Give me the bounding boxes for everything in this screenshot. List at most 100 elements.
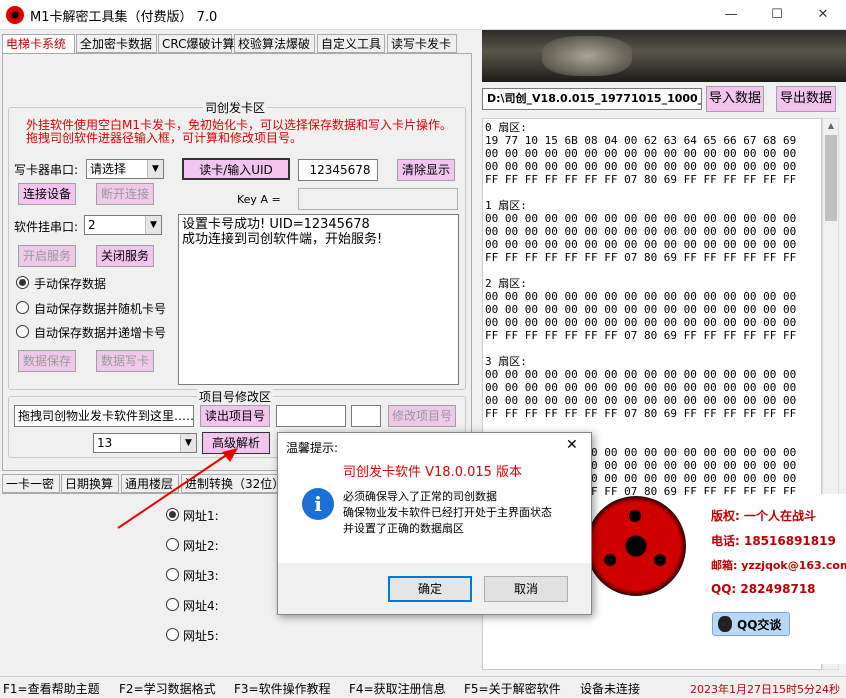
write-card-button[interactable]: 数据写卡 <box>96 350 154 372</box>
radio-address-3[interactable] <box>166 568 179 581</box>
tab-custom-tools[interactable]: 自定义工具 <box>317 34 385 53</box>
chevron-down-icon: ▼ <box>147 160 163 178</box>
status-device: 设备未连接 <box>580 682 641 696</box>
read-project-button[interactable]: 读出项目号 <box>200 405 270 427</box>
notice-line-2: 拖拽司创软件进器径输入框，可计算和修改项目号。 <box>26 131 303 145</box>
radio-address-5[interactable] <box>166 628 179 641</box>
status-time: 2023年1月27日15时5分24秒 <box>690 683 840 696</box>
warning-dialog: 温馨提示: ✕ 司创发卡软件 V18.0.015 版本 i 必须确保导入了正常的… <box>277 432 592 615</box>
connect-device-button[interactable]: 连接设备 <box>18 183 76 205</box>
stop-service-button[interactable]: 关闭服务 <box>96 245 154 267</box>
tab-one-card[interactable]: 一卡一密 <box>2 474 60 493</box>
radio-manual-save[interactable] <box>16 276 29 289</box>
address-5-label: 网址5: <box>183 629 219 643</box>
cancel-button[interactable]: 取消 <box>484 576 568 602</box>
modify-project-button[interactable]: 修改项目号 <box>388 405 456 427</box>
dialog-line: 并设置了正确的数据扇区 <box>343 522 464 535</box>
radio-auto-increment-label: 自动保存数据并递增卡号 <box>34 326 167 340</box>
key-a-label: Key A = <box>237 193 281 206</box>
scroll-thumb[interactable] <box>825 135 837 221</box>
window-title: M1卡解密工具集（付费版） 7.0 <box>30 10 218 25</box>
radio-manual-save-label: 手动保存数据 <box>34 277 107 291</box>
phone-text: 电话: 18516891819 <box>711 534 836 548</box>
import-data-button[interactable]: 导入数据 <box>706 86 764 112</box>
radio-address-4[interactable] <box>166 598 179 611</box>
sector-label: 3 扇区: <box>485 355 527 368</box>
chevron-down-icon: ▼ <box>145 216 161 234</box>
sector-label: 0 扇区: <box>485 121 527 134</box>
port-label: 写卡器串口: <box>14 163 79 177</box>
qq-penguin-icon <box>718 616 732 632</box>
tab-crc[interactable]: CRC爆破计算 <box>158 34 235 53</box>
clear-display-button[interactable]: 清除显示 <box>397 159 455 181</box>
header-image <box>482 30 846 82</box>
minimize-button[interactable]: — <box>708 0 754 30</box>
port-select-value: 请选择 <box>90 162 127 176</box>
tab-read-write[interactable]: 读写卡发卡 <box>387 34 457 53</box>
hex-row: 00 00 00 00 00 00 00 00 00 00 00 00 00 0… <box>485 316 797 329</box>
status-f4: F4=获取注册信息 <box>349 682 446 696</box>
hex-row: 00 00 00 00 00 00 00 00 00 00 00 00 00 0… <box>485 225 797 238</box>
export-data-button[interactable]: 导出数据 <box>776 86 836 112</box>
status-f1: F1=查看帮助主题 <box>3 682 100 696</box>
drag-drop-field[interactable]: 拖拽司创物业发卡软件到这里…… <box>14 405 194 427</box>
key-a-field[interactable] <box>298 188 458 210</box>
issuer-group-title: 司创发卡区 <box>203 99 268 116</box>
tab-elevator[interactable]: 电梯卡系统 <box>2 34 75 55</box>
app-icon <box>6 6 24 24</box>
dialog-heading: 司创发卡软件 V18.0.015 版本 <box>343 465 523 480</box>
log-line: 设置卡号成功! UID=12345678 <box>182 217 370 232</box>
soft-port-select[interactable]: 2 ▼ <box>84 215 162 235</box>
qq-chat-button[interactable]: QQ交谈 <box>712 612 790 636</box>
copyright-text: 版权: 一个人在战斗 <box>711 509 816 523</box>
info-icon: i <box>302 488 334 520</box>
port-select[interactable]: 请选择 ▼ <box>86 159 164 179</box>
ok-button[interactable]: 确定 <box>388 576 472 602</box>
hex-row: 00 00 00 00 00 00 00 00 00 00 00 00 00 0… <box>485 290 797 303</box>
hex-row: 00 00 00 00 00 00 00 00 00 00 00 00 00 0… <box>485 147 797 160</box>
disconnect-button[interactable]: 断开连接 <box>96 183 154 205</box>
hex-row: 00 00 00 00 00 00 00 00 00 00 00 00 00 0… <box>485 238 797 251</box>
dialog-close-icon[interactable]: ✕ <box>566 437 578 453</box>
dialog-line: 必须确保导入了正常的司创数据 <box>343 490 497 503</box>
hex-row: FF FF FF FF FF FF FF 07 80 69 FF FF FF F… <box>485 251 797 264</box>
hex-row: 19 77 10 15 6B 08 04 00 62 63 64 65 66 6… <box>485 134 797 147</box>
start-service-button[interactable]: 开启服务 <box>18 245 76 267</box>
project-sub-input[interactable] <box>351 405 381 427</box>
save-data-button[interactable]: 数据保存 <box>18 350 76 372</box>
scroll-up-icon[interactable]: ▲ <box>824 119 838 133</box>
status-f2: F2=学习数据格式 <box>119 682 216 696</box>
log-line: 成功连接到司创软件端，开始服务! <box>182 232 383 247</box>
hex-row: 00 00 00 00 00 00 00 00 00 00 00 00 00 0… <box>485 212 797 225</box>
soft-port-value: 2 <box>88 218 96 232</box>
radio-auto-random[interactable] <box>16 301 29 314</box>
dialog-title: 温馨提示: <box>286 441 339 455</box>
log-textarea[interactable]: 设置卡号成功! UID=12345678 成功连接到司创软件端，开始服务! <box>178 214 459 385</box>
tab-full-encrypt[interactable]: 全加密卡数据 <box>76 34 157 53</box>
tab-checksum[interactable]: 校验算法爆破 <box>234 34 315 53</box>
maximize-button[interactable]: ☐ <box>754 0 800 30</box>
radio-auto-increment[interactable] <box>16 325 29 338</box>
hex-row: 00 00 00 00 00 00 00 00 00 00 00 00 00 0… <box>485 381 797 394</box>
file-path-field[interactable]: D:\司创_V18.0.015_19771015_1000_13_2 <box>482 88 702 110</box>
sector-label: 2 扇区: <box>485 277 527 290</box>
status-f5: F5=关于解密软件 <box>464 682 561 696</box>
soft-port-label: 软件挂串口: <box>14 220 79 234</box>
logo-tomoe <box>604 554 616 566</box>
hex-row: FF FF FF FF FF FF FF 07 80 69 FF FF FF F… <box>485 173 797 186</box>
status-bar: F1=查看帮助主题 F2=学习数据格式 F3=软件操作教程 F4=获取注册信息 … <box>0 676 846 698</box>
status-f3: F3=软件操作教程 <box>234 682 331 696</box>
qq-chat-label: QQ交谈 <box>737 618 782 632</box>
read-card-button[interactable]: 读卡/输入UID <box>182 158 290 180</box>
hex-row: FF FF FF FF FF FF FF 07 80 69 FF FF FF F… <box>485 407 797 420</box>
hex-row: 00 00 00 00 00 00 00 00 00 00 00 00 00 0… <box>485 394 797 407</box>
project-number-input[interactable] <box>276 405 346 427</box>
logo-tomoe <box>654 554 666 566</box>
uid-input[interactable]: 12345678 <box>298 159 378 181</box>
address-4-label: 网址4: <box>183 599 219 613</box>
email-text: 邮箱: yzzjqok@163.com <box>711 559 846 572</box>
close-button[interactable]: ✕ <box>800 0 846 30</box>
address-3-label: 网址3: <box>183 569 219 583</box>
qq-text: QQ: 282498718 <box>711 582 816 596</box>
annotation-arrow <box>117 448 238 529</box>
